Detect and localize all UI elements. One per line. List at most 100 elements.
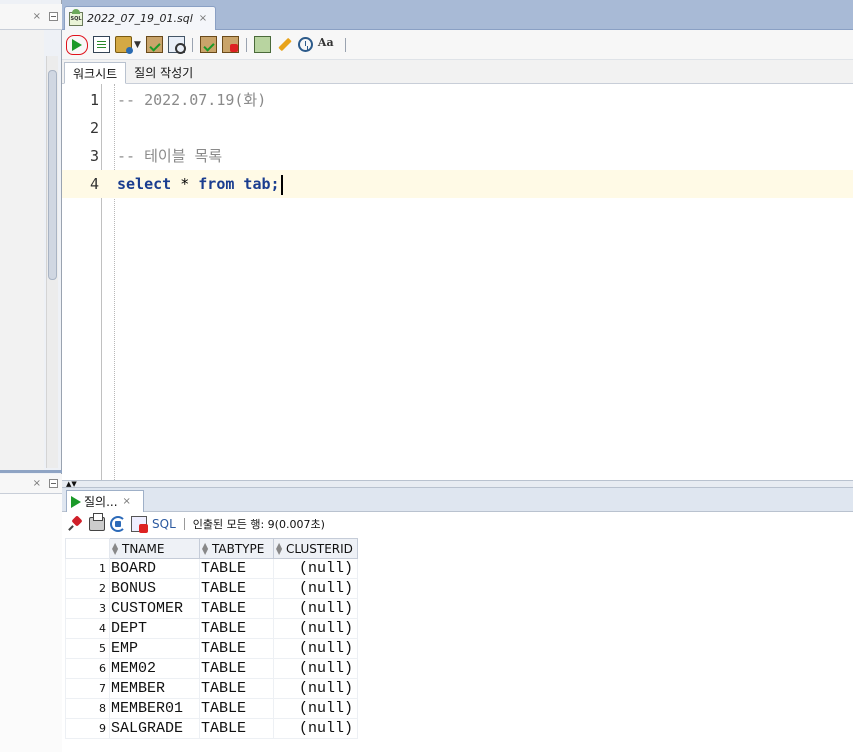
sql-history-button[interactable] [297, 37, 313, 52]
file-tab-close-icon[interactable]: × [199, 13, 207, 24]
commit-button[interactable] [199, 36, 217, 53]
table-row[interactable]: 5 EMP TABLE (null) [65, 638, 358, 659]
left-scrollbar[interactable] [46, 56, 58, 468]
cell-tabtype[interactable]: TABLE [199, 658, 274, 679]
row-number: 4 [65, 618, 110, 639]
chevron-down-icon[interactable]: ▼ [134, 40, 141, 50]
table-row[interactable]: 3 CUSTOMER TABLE (null) [65, 598, 358, 619]
line-number: 2 [89, 119, 99, 137]
left-scrollbar-thumb[interactable] [48, 70, 57, 280]
table-row[interactable]: 7 MEMBER TABLE (null) [65, 678, 358, 699]
line-number: 4 [89, 175, 99, 193]
cell-clusterid[interactable]: (null) [273, 598, 358, 619]
column-header-clusterid[interactable]: ▲ ▼ CLUSTERID [273, 538, 358, 559]
code-editor[interactable]: 1 -- 2022.07.19(화) 2 3 -- 테이블 목록 4 selec… [62, 84, 853, 480]
sql-tuning-advisor-button[interactable] [253, 36, 271, 53]
results-grid[interactable]: ▲ ▼ TNAME ▲ ▼ TABTYPE ▲ ▼ CLUSTERID 1 BOARD TA… [65, 538, 358, 739]
table-row[interactable]: 4 DEPT TABLE (null) [65, 618, 358, 639]
cell-clusterid[interactable]: (null) [273, 558, 358, 579]
cell-tname[interactable]: BONUS [109, 578, 200, 599]
to-upper-lower-button[interactable]: Aa [318, 36, 338, 53]
table-row[interactable]: 8 MEMBER01 TABLE (null) [65, 698, 358, 719]
cell-tabtype[interactable]: TABLE [199, 618, 274, 639]
cell-clusterid[interactable]: (null) [273, 678, 358, 699]
cell-tname[interactable]: BOARD [109, 558, 200, 579]
column-header-tabtype[interactable]: ▲ ▼ TABTYPE [199, 538, 274, 559]
table-row[interactable]: 1 BOARD TABLE (null) [65, 558, 358, 579]
cell-clusterid[interactable]: (null) [273, 658, 358, 679]
print-icon[interactable] [89, 513, 105, 531]
sort-icon: ▲ ▼ [202, 541, 209, 556]
run-statement-button[interactable] [66, 34, 88, 55]
cell-tabtype[interactable]: TABLE [199, 598, 274, 619]
table-row[interactable]: 2 BONUS TABLE (null) [65, 578, 358, 599]
pin-icon[interactable] [68, 516, 84, 532]
cell-tabtype[interactable]: TABLE [199, 678, 274, 699]
splitter-arrows-icon[interactable]: ▲▼ [66, 481, 77, 488]
toolbar-separator [245, 37, 247, 52]
code-line[interactable]: 2 [62, 114, 853, 142]
cell-tname[interactable]: EMP [109, 638, 200, 659]
worksheet-toolbar: ▼ Aa [62, 30, 853, 60]
query-result-close-icon[interactable]: × [123, 496, 131, 507]
table-row[interactable]: 6 MEM02 TABLE (null) [65, 658, 358, 679]
results-toolbar-separator [183, 518, 185, 530]
file-tab[interactable]: SQL 2022_07_19_01.sql × [64, 6, 216, 30]
editor-tabstrip: SQL 2022_07_19_01.sql × [62, 0, 853, 30]
sql-file-icon: SQL [69, 8, 83, 26]
editor-results-splitter[interactable]: ▲▼ [62, 480, 853, 488]
cell-tname[interactable]: MEMBER01 [109, 698, 200, 719]
code-line-current[interactable]: 4 select * from tab; [62, 170, 853, 198]
code-comment: -- 2022.07.19(화) [117, 91, 267, 109]
play-icon [72, 38, 82, 51]
sql-link[interactable]: SQL [152, 517, 176, 531]
cell-clusterid[interactable]: (null) [273, 618, 358, 639]
left-panel-splitter[interactable] [0, 470, 62, 473]
cell-tabtype[interactable]: TABLE [199, 558, 274, 579]
cell-tabtype[interactable]: TABLE [199, 638, 274, 659]
left-top-close-icon[interactable]: × [33, 11, 41, 22]
rollback-button[interactable] [221, 36, 239, 53]
clear-eraser-button[interactable] [276, 36, 293, 53]
cell-clusterid[interactable]: (null) [273, 638, 358, 659]
run-script-button[interactable] [93, 36, 110, 53]
keyword-from: from [198, 175, 235, 193]
left-bottom-panel-body [0, 494, 62, 752]
cell-tname[interactable]: SALGRADE [109, 718, 200, 739]
results-toolbar: SQL 인출된 모든 행: 9(0.007초) [62, 512, 853, 536]
tab-worksheet[interactable]: 워크시트 [64, 62, 127, 84]
cell-tabtype[interactable]: TABLE [199, 698, 274, 719]
row-number: 7 [65, 678, 110, 699]
autotrace-search-button[interactable] [167, 36, 186, 54]
autotrace-button[interactable] [115, 36, 133, 54]
code-comment: -- 테이블 목록 [117, 147, 223, 165]
cell-tabtype[interactable]: TABLE [199, 578, 274, 599]
table-row[interactable]: 9 SALGRADE TABLE (null) [65, 718, 358, 739]
cell-clusterid[interactable]: (null) [273, 718, 358, 739]
toolbar-separator [191, 37, 193, 52]
cell-clusterid[interactable]: (null) [273, 698, 358, 719]
left-bottom-minimize-icon[interactable] [49, 479, 58, 488]
tab-query-builder[interactable]: 질의 작성기 [126, 61, 201, 83]
row-number: 5 [65, 638, 110, 659]
keyword-select: select [117, 175, 172, 193]
cell-tname[interactable]: MEMBER [109, 678, 200, 699]
query-result-tab[interactable]: 질의... × [66, 490, 144, 512]
cell-tname[interactable]: DEPT [109, 618, 200, 639]
row-number: 2 [65, 578, 110, 599]
explain-plan-button[interactable] [145, 36, 163, 53]
cell-tname[interactable]: CUSTOMER [109, 598, 200, 619]
code-line[interactable]: 3 -- 테이블 목록 [62, 142, 853, 170]
left-bottom-close-icon[interactable]: × [33, 478, 41, 489]
fetch-status-text: 인출된 모든 행: 9(0.007초) [192, 518, 325, 531]
cell-tabtype[interactable]: TABLE [199, 718, 274, 739]
code-line[interactable]: 1 -- 2022.07.19(화) [62, 86, 853, 114]
refresh-icon[interactable] [110, 516, 126, 532]
left-top-minimize-icon[interactable] [49, 12, 58, 21]
cell-clusterid[interactable]: (null) [273, 578, 358, 599]
worksheet-subtabs: 워크시트 질의 작성기 [62, 60, 853, 84]
query-result-tab-label: 질의... [84, 495, 118, 509]
cell-tname[interactable]: MEM02 [109, 658, 200, 679]
cancel-query-icon[interactable] [131, 516, 148, 533]
column-header-tname[interactable]: ▲ ▼ TNAME [109, 538, 200, 559]
